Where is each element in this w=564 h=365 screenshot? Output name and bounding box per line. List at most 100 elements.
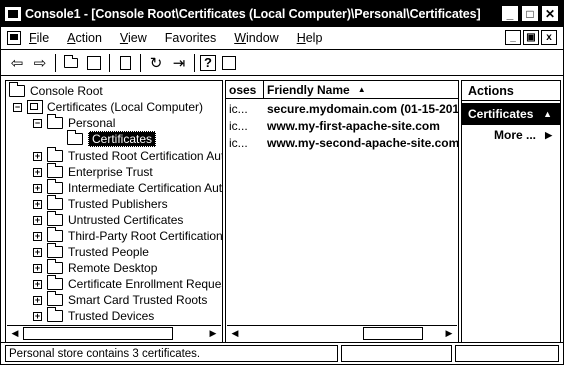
- toolbar-separator: [194, 53, 195, 72]
- collapse-icon[interactable]: −: [13, 102, 22, 112]
- expand-icon[interactable]: +: [33, 231, 42, 241]
- document-window-icon[interactable]: [7, 31, 21, 45]
- actions-pane: Actions Certificates ▲ More ... ▶: [461, 80, 561, 343]
- folder-icon: [47, 114, 63, 129]
- column-friendly-name[interactable]: Friendly Name ▲: [264, 81, 458, 98]
- menu-action-label: ction: [75, 31, 102, 45]
- tree-item-store[interactable]: + Smart Card Trusted Roots: [33, 291, 207, 308]
- cell-purposes: ic...: [229, 136, 248, 150]
- expand-icon[interactable]: +: [33, 279, 42, 289]
- tree-item-store[interactable]: + Remote Desktop: [33, 259, 158, 276]
- properties-glyph: [119, 55, 131, 70]
- child-minimize-button[interactable]: _: [505, 30, 521, 45]
- tree-item-store[interactable]: + Certificate Enrollment Requests: [33, 275, 222, 292]
- expand-icon[interactable]: +: [33, 199, 42, 209]
- status-bar: Personal store contains 3 certificates.: [1, 342, 563, 364]
- tree-item-personal[interactable]: − Personal: [33, 114, 115, 131]
- menu-window[interactable]: Window: [234, 31, 278, 45]
- scroll-track[interactable]: [23, 326, 205, 341]
- open-folder-icon: [67, 130, 83, 145]
- tree-item-store[interactable]: + Trusted Devices: [33, 307, 154, 324]
- tree-item-store[interactable]: + Enterprise Trust: [33, 163, 153, 180]
- column-intended-purposes[interactable]: oses: [226, 81, 264, 98]
- up-folder-icon[interactable]: [61, 53, 81, 73]
- title-bar[interactable]: Console1 - [Console Root\Certificates (L…: [1, 1, 563, 27]
- tree-item-console-root[interactable]: Console Root: [9, 82, 103, 99]
- toolbar-separator: [140, 53, 141, 72]
- child-close-button[interactable]: x: [541, 30, 557, 45]
- tree-item-label: Console Root: [30, 84, 103, 98]
- list-item[interactable]: ic... www.my-first-apache-site.com: [226, 118, 458, 134]
- scroll-left-icon[interactable]: ◀: [227, 326, 243, 341]
- expand-icon[interactable]: +: [33, 151, 42, 161]
- console-app-icon[interactable]: [5, 7, 21, 21]
- menu-action-accel: A: [67, 31, 76, 45]
- menu-bar: File Action View Favorites Window Help _…: [1, 27, 563, 49]
- menu-file[interactable]: File: [29, 31, 49, 45]
- back-arrow-icon[interactable]: ⇦: [7, 53, 27, 73]
- tree-item-label: Untrusted Certificates: [68, 213, 184, 227]
- action-more[interactable]: More ... ▶: [462, 125, 560, 145]
- properties-icon[interactable]: [115, 53, 135, 73]
- menu-action[interactable]: Action: [67, 31, 102, 45]
- tree-horizontal-scrollbar[interactable]: ◀ ▶: [7, 325, 221, 341]
- scroll-right-icon[interactable]: ▶: [205, 326, 221, 341]
- tree-item-store[interactable]: + Third-Party Root Certification Authori…: [33, 227, 222, 244]
- maximize-button[interactable]: □: [521, 5, 539, 22]
- tree-item-store[interactable]: + Intermediate Certification Authorities: [33, 179, 222, 196]
- actions-section-label: Certificates: [468, 107, 534, 121]
- list-horizontal-scrollbar[interactable]: ◀ ▶: [227, 325, 457, 341]
- folder-icon: [47, 275, 63, 290]
- export-list-icon[interactable]: ⇥: [169, 53, 189, 73]
- refresh-icon[interactable]: ↻: [146, 53, 166, 73]
- menu-view[interactable]: View: [120, 31, 147, 45]
- menu-view-accel: V: [119, 31, 129, 45]
- scroll-right-icon[interactable]: ▶: [441, 326, 457, 341]
- menu-help[interactable]: Help: [297, 31, 323, 45]
- toolbar-separator: [109, 53, 110, 72]
- tree-item-label: Remote Desktop: [68, 261, 158, 275]
- menu-help-label: elp: [305, 31, 323, 45]
- expand-icon[interactable]: +: [33, 215, 42, 225]
- child-restore-button[interactable]: ▣: [523, 30, 539, 45]
- expand-icon[interactable]: +: [33, 295, 42, 305]
- console-tree[interactable]: Console Root − Certificates (Local Compu…: [5, 80, 223, 343]
- submenu-arrow-icon: ▶: [545, 129, 552, 140]
- expand-icon[interactable]: +: [33, 247, 42, 257]
- expand-icon[interactable]: +: [33, 311, 42, 321]
- folder-icon: [47, 195, 63, 210]
- tree-item-store[interactable]: + Trusted People: [33, 243, 149, 260]
- menu-favorites[interactable]: Favorites: [165, 31, 216, 45]
- actions-section-certificates[interactable]: Certificates ▲: [462, 103, 560, 125]
- tree-item-certificates-local-computer[interactable]: − Certificates (Local Computer): [13, 99, 203, 115]
- list-item[interactable]: ic... secure.mydomain.com (01-15-201: [226, 101, 458, 117]
- expand-icon[interactable]: +: [33, 263, 42, 273]
- cell-friendly-name: www.my-second-apache-site.com: [267, 136, 458, 150]
- close-button[interactable]: ✕: [541, 5, 559, 22]
- tree-glyph: [87, 55, 101, 70]
- tree-item-personal-certificates[interactable]: Certificates: [67, 130, 157, 147]
- forward-arrow-icon[interactable]: ⇨: [30, 53, 50, 73]
- toolbar-separator: [55, 53, 56, 72]
- show-hide-action-pane-icon[interactable]: [219, 53, 239, 73]
- list-item[interactable]: ic... www.my-second-apache-site.com: [226, 135, 458, 151]
- result-list[interactable]: oses Friendly Name ▲ ic... secure.mydoma…: [225, 80, 459, 343]
- cell-purposes: ic...: [229, 102, 248, 116]
- help-icon[interactable]: ?: [200, 54, 216, 71]
- collapse-icon[interactable]: −: [33, 118, 42, 128]
- scroll-track[interactable]: [243, 326, 441, 341]
- minimize-button[interactable]: _: [501, 5, 519, 22]
- expand-icon[interactable]: +: [33, 167, 42, 177]
- tree-item-store[interactable]: + Untrusted Certificates: [33, 211, 184, 228]
- show-hide-tree-icon[interactable]: [84, 53, 104, 73]
- action-pane-glyph: [222, 55, 236, 70]
- tree-item-store[interactable]: + Trusted Publishers: [33, 195, 168, 212]
- list-header: oses Friendly Name ▲: [226, 81, 458, 99]
- scroll-thumb[interactable]: [363, 327, 423, 340]
- collapse-section-icon[interactable]: ▲: [543, 109, 552, 119]
- expand-icon[interactable]: +: [33, 183, 42, 193]
- scroll-left-icon[interactable]: ◀: [7, 326, 23, 341]
- tree-item-store[interactable]: + Trusted Root Certification Authorities: [33, 147, 222, 164]
- folder-icon: [47, 179, 63, 194]
- scroll-thumb[interactable]: [23, 327, 173, 340]
